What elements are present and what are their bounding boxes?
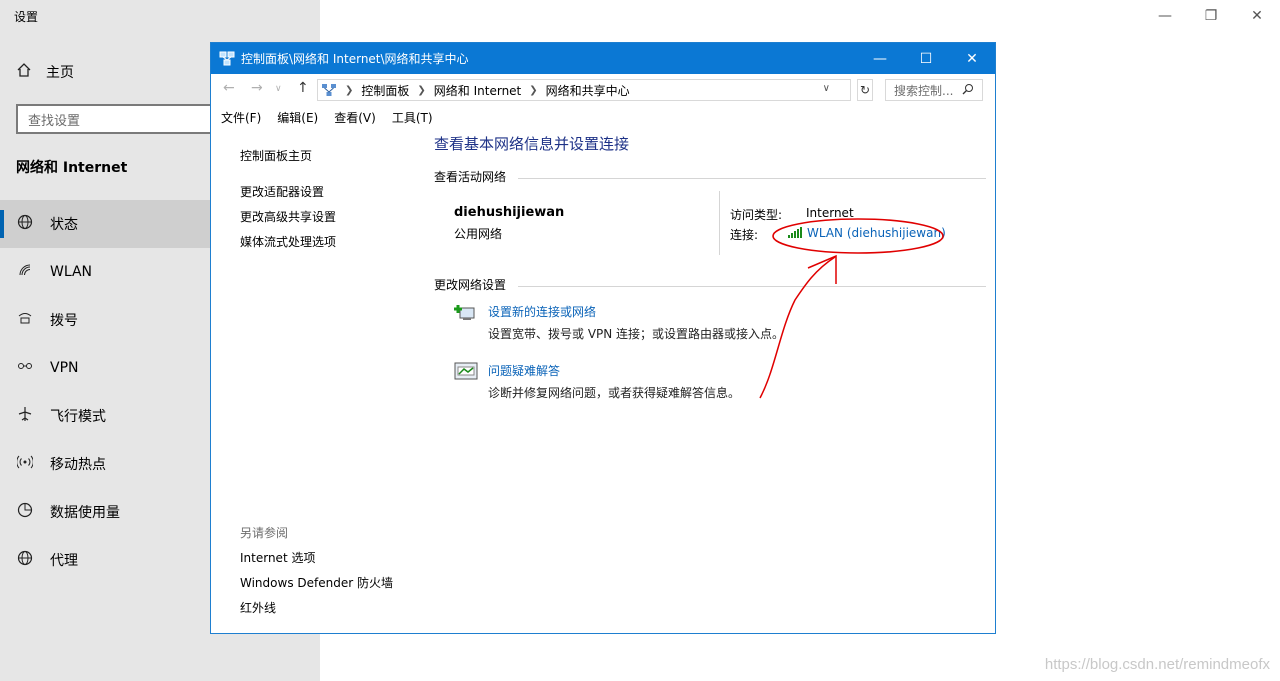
data-usage-icon [16, 502, 34, 522]
nav-label-hotspot: 移动热点 [50, 457, 106, 473]
menu-bar: 文件(F) 编辑(E) 查看(V) 工具(T) [211, 106, 995, 128]
vpn-icon [16, 358, 34, 378]
breadcrumb-sharing-center[interactable]: 网络和共享中心 [546, 82, 630, 99]
search-icon [962, 83, 974, 98]
access-type-value: Internet [806, 206, 854, 220]
cp-search-input[interactable]: 搜索控制... [885, 79, 983, 101]
address-field[interactable]: ❯ 控制面板 ❯ 网络和 Internet ❯ 网络和共享中心 ∨ [317, 79, 851, 101]
nav-label-wlan: WLAN [50, 264, 93, 280]
setup-new-connection-link[interactable]: 设置新的连接或网络 [488, 303, 596, 320]
menu-tools[interactable]: 工具(T) [392, 109, 433, 126]
active-networks-label: 查看活动网络 [434, 170, 507, 184]
wifi-signal-icon [788, 227, 803, 241]
dialup-icon [16, 310, 34, 330]
home-label: 主页 [46, 65, 74, 81]
network-location-icon [321, 83, 337, 97]
menu-file[interactable]: 文件(F) [221, 109, 261, 126]
network-sharing-center-window: 控制面板\网络和 Internet\网络和共享中心 — ☐ ✕ ← → ∨ ↑ … [210, 42, 996, 634]
nav-label-dialup: 拨号 [50, 313, 78, 329]
menu-view[interactable]: 查看(V) [334, 109, 376, 126]
settings-window-controls: — ❐ ✕ [1142, 0, 1280, 32]
settings-minimize-button[interactable]: — [1142, 0, 1188, 32]
page-title: 查看基本网络信息并设置连接 [434, 135, 630, 153]
network-name: diehushijiewan [454, 205, 565, 220]
change-advanced-sharing-link[interactable]: 更改高级共享设置 [240, 208, 336, 225]
cp-window-title: 控制面板\网络和 Internet\网络和共享中心 [241, 52, 469, 66]
home-nav-item[interactable]: 主页 [16, 62, 74, 82]
proxy-globe-icon [16, 550, 34, 570]
recent-chevron-icon[interactable]: ∨ [275, 84, 282, 94]
internet-options-link[interactable]: Internet 选项 [240, 549, 315, 566]
refresh-button[interactable]: ↻ [857, 79, 873, 101]
media-streaming-link[interactable]: 媒体流式处理选项 [240, 233, 336, 250]
section-title: 网络和 Internet [16, 160, 128, 176]
cp-maximize-button[interactable]: ☐ [903, 43, 949, 74]
new-connection-icon [454, 302, 478, 324]
settings-restore-button[interactable]: ❐ [1188, 0, 1234, 32]
nav-label-data-usage: 数据使用量 [50, 505, 120, 521]
hotspot-icon [16, 454, 34, 474]
cp-close-button[interactable]: ✕ [949, 43, 995, 74]
refresh-icon: ↻ [859, 83, 871, 97]
network-type-link[interactable]: 公用网络 [454, 225, 502, 242]
connection-link[interactable]: WLAN (diehushijiewan) [788, 226, 946, 241]
airplane-icon [16, 406, 34, 426]
cp-search-placeholder: 搜索控制... [894, 83, 954, 98]
control-panel-icon [219, 51, 235, 67]
divider [518, 286, 986, 287]
back-arrow-icon[interactable]: ← [223, 80, 235, 96]
troubleshoot-icon [454, 361, 478, 383]
troubleshoot-desc: 诊断并修复网络问题，或者获得疑难解答信息。 [488, 386, 741, 400]
setup-new-connection-desc: 设置宽带、拨号或 VPN 连接；或设置路由器或接入点。 [488, 327, 785, 341]
change-network-settings-label: 更改网络设置 [434, 278, 507, 292]
divider [719, 191, 720, 255]
settings-search-input[interactable]: 查找设置 [16, 104, 216, 134]
breadcrumb-network-internet[interactable]: 网络和 Internet [434, 82, 521, 99]
nav-label-proxy: 代理 [50, 553, 78, 569]
nav-label-vpn: VPN [50, 360, 79, 376]
cp-minimize-button[interactable]: — [857, 43, 903, 74]
address-dropdown-chevron-icon[interactable]: ∨ [823, 83, 830, 94]
home-icon [16, 62, 32, 82]
access-type-label: 访问类型: [730, 208, 783, 222]
divider [518, 178, 986, 179]
globe-icon [16, 214, 34, 234]
see-also-label: 另请参阅 [240, 526, 289, 540]
breadcrumb-chevron-icon: ❯ [345, 84, 354, 96]
control-panel-home-link[interactable]: 控制面板主页 [240, 147, 312, 164]
forward-arrow-icon[interactable]: → [251, 80, 263, 96]
change-adapter-settings-link[interactable]: 更改适配器设置 [240, 183, 324, 200]
wifi-icon [16, 262, 34, 282]
settings-title: 设置 [14, 10, 39, 24]
up-arrow-icon[interactable]: ↑ [297, 80, 309, 96]
menu-edit[interactable]: 编辑(E) [277, 109, 318, 126]
breadcrumb-control-panel[interactable]: 控制面板 [361, 82, 409, 99]
nav-label-status: 状态 [50, 217, 78, 233]
troubleshoot-link[interactable]: 问题疑难解答 [488, 362, 560, 379]
watermark: https://blog.csdn.net/remindmeofx [1044, 656, 1270, 673]
connection-link-label: WLAN (diehushijiewan) [807, 226, 946, 240]
defender-firewall-link[interactable]: Windows Defender 防火墙 [240, 574, 393, 591]
breadcrumb-chevron-icon: ❯ [529, 84, 538, 96]
breadcrumb-chevron-icon: ❯ [417, 84, 426, 96]
address-bar: ← → ∨ ↑ ❯ 控制面板 ❯ 网络和 Internet ❯ 网络和共享中心 … [211, 74, 995, 106]
connection-label: 连接: [730, 228, 759, 242]
settings-close-button[interactable]: ✕ [1234, 0, 1280, 32]
nav-label-airplane: 飞行模式 [50, 409, 106, 425]
cp-titlebar[interactable]: 控制面板\网络和 Internet\网络和共享中心 — ☐ ✕ [211, 43, 995, 74]
infrared-link[interactable]: 红外线 [240, 599, 276, 616]
